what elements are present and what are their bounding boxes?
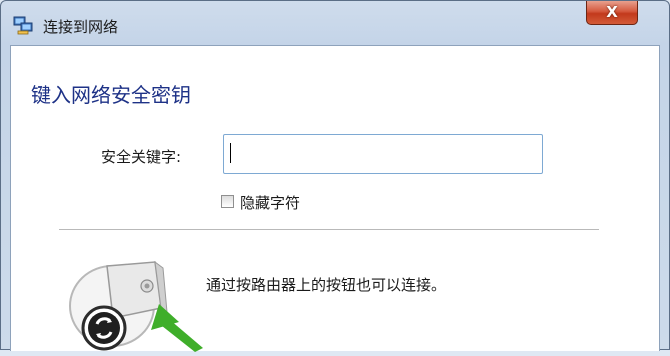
network-connect-icon <box>13 15 33 35</box>
dialog-heading: 键入网络安全密钥 <box>31 83 191 107</box>
window-title: 连接到网络 <box>43 18 119 36</box>
router-hint-text: 通过按路由器上的按钮也可以连接。 <box>206 276 447 294</box>
security-key-label: 安全关键字: <box>101 148 182 166</box>
section-divider <box>59 229 599 230</box>
hide-characters-checkbox[interactable] <box>221 195 234 208</box>
hide-characters-label[interactable]: 隐藏字符 <box>240 192 300 213</box>
text-caret <box>230 143 231 163</box>
router-push-button-icon <box>67 248 207 352</box>
connect-to-network-window: 连接到网络 X 键入网络安全密钥 安全关键字: 隐藏字符 通过按路由器上的按钮也… <box>0 0 670 352</box>
security-key-input[interactable] <box>223 134 543 174</box>
dialog-content: 键入网络安全密钥 安全关键字: 隐藏字符 通过按路由器上的按钮也可以连接。 <box>10 45 660 352</box>
title-bar[interactable]: 连接到网络 X <box>1 1 669 45</box>
close-icon: X <box>606 3 618 21</box>
close-button[interactable]: X <box>586 1 638 25</box>
